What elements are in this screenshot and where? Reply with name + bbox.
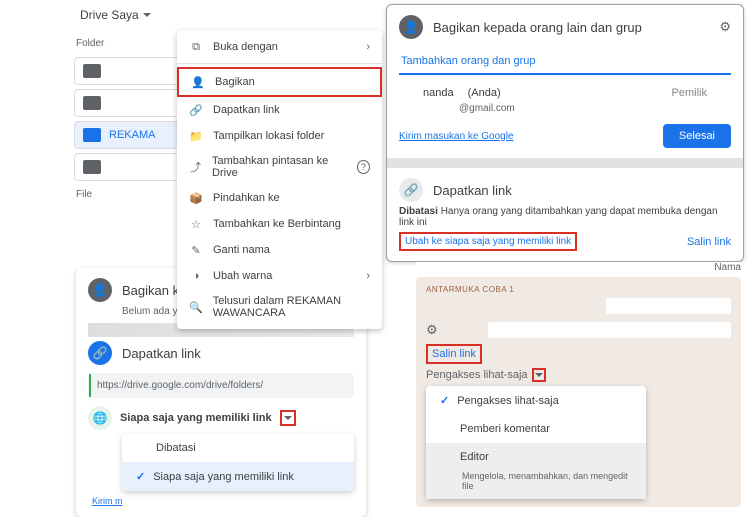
ctx-show-location[interactable]: 📁Tampilkan lokasi folder (177, 123, 382, 149)
ctx-rename[interactable]: ✎Ganti nama (177, 237, 382, 263)
chevron-down-icon (143, 13, 151, 17)
scope-option-anyone[interactable]: ✓Siapa saja yang memiliki link (122, 462, 354, 491)
add-people-input[interactable]: Tambahkan orang dan grup (399, 49, 731, 75)
chevron-right-icon: › (366, 270, 370, 282)
drive-breadcrumb[interactable]: Drive Saya (74, 4, 374, 26)
gear-icon[interactable]: ⚙ (426, 322, 438, 338)
help-icon[interactable]: ? (357, 160, 370, 174)
done-button[interactable]: Selesai (663, 124, 731, 148)
link-icon: 🔗 (189, 103, 203, 117)
perm-option-viewer[interactable]: ✓Pengakses lihat-saja (426, 386, 646, 415)
perm-option-editor[interactable]: Editor (426, 443, 646, 471)
search-icon: 🔍 (189, 300, 203, 314)
person-add-icon: 👤 (88, 278, 112, 302)
user-email: @gmail.com (399, 103, 731, 114)
palette-icon: ◑ (189, 269, 203, 283)
star-icon: ☆ (189, 217, 203, 231)
ctx-move[interactable]: 📦Pindahkan ke (177, 185, 382, 211)
check-icon: ✓ (440, 394, 449, 407)
link-icon: 🔗 (88, 341, 112, 365)
check-icon: ✓ (136, 470, 145, 483)
share-user-row: nanda (Anda) Pemilik (399, 83, 731, 103)
copy-link-button-2[interactable]: Salin link (426, 344, 482, 364)
name-column-header: Nama (416, 262, 741, 273)
feedback-link-2[interactable]: Kirim m (92, 496, 123, 506)
person-add-icon: 👤 (399, 15, 423, 39)
get-link-title-2: Dapatkan link (122, 346, 201, 361)
permission-dropdown-button[interactable] (532, 368, 546, 382)
copy-link-button[interactable]: Salin link (687, 236, 731, 248)
folder-icon (83, 160, 101, 174)
drive-label: Drive Saya (80, 8, 139, 22)
perm-option-commenter[interactable]: Pemberi komentar (426, 415, 646, 443)
share-url-box[interactable]: https://drive.google.com/drive/folders/ (88, 373, 354, 398)
chevron-down-icon (535, 373, 543, 377)
ctx-open-with[interactable]: ⧉Buka dengan› (177, 34, 382, 60)
perm-editor-desc: Mengelola, menambahkan, dan mengedit fil… (426, 471, 646, 499)
share-title: Bagikan kepada orang lain dan grup (433, 20, 709, 35)
gear-icon[interactable]: ⚙ (719, 19, 731, 35)
scope-dropdown-button[interactable] (280, 410, 296, 426)
folder-name-label: ANTARMUKA COBA 1 (426, 285, 731, 294)
share-dialog: 👤 Bagikan kepada orang lain dan grup ⚙ T… (386, 4, 744, 262)
ctx-get-link[interactable]: 🔗Dapatkan link (177, 97, 382, 123)
permission-label: Pengakses lihat-saja (426, 369, 528, 381)
ctx-search-in[interactable]: 🔍Telusuri dalam REKAMAN WAWANCARA (177, 289, 382, 325)
chevron-right-icon: › (366, 41, 370, 53)
context-menu: ⧉Buka dengan› 👤Bagikan 🔗Dapatkan link 📁T… (177, 30, 382, 329)
rename-icon: ✎ (189, 243, 203, 257)
folder-icon (83, 64, 101, 78)
globe-icon: 🌐 (88, 406, 112, 430)
restricted-desc: Dibatasi Hanya orang yang ditambahkan ya… (399, 206, 731, 228)
scope-option-restricted[interactable]: Dibatasi (122, 434, 354, 462)
ctx-star[interactable]: ☆Tambahkan ke Berbintang (177, 211, 382, 237)
move-icon: 📦 (189, 191, 203, 205)
folder-icon (83, 96, 101, 110)
open-with-icon: ⧉ (189, 40, 203, 54)
owner-label: Pemilik (672, 87, 707, 99)
ctx-share[interactable]: 👤Bagikan (177, 67, 382, 97)
shortcut-icon: ⤴ (189, 160, 202, 174)
permission-dialog: Nama ANTARMUKA COBA 1 ⚙ Salin link Penga… (416, 262, 741, 507)
placeholder-box (488, 322, 731, 338)
ctx-color[interactable]: ◑Ubah warna› (177, 263, 382, 289)
ctx-add-shortcut[interactable]: ⤴Tambahkan pintasan ke Drive? (177, 149, 382, 185)
folder-icon (83, 128, 101, 142)
person-add-icon: 👤 (191, 75, 205, 89)
placeholder-box (606, 298, 731, 314)
get-link-title: Dapatkan link (433, 183, 512, 198)
chevron-down-icon (284, 416, 292, 420)
folder-open-icon: 📁 (189, 129, 203, 143)
permission-dropdown: ✓Pengakses lihat-saja Pemberi komentar E… (426, 386, 646, 499)
scope-label: Siapa saja yang memiliki link (120, 412, 272, 424)
link-icon: 🔗 (399, 178, 423, 202)
change-to-anyone-link[interactable]: Ubah ke siapa saja yang memiliki link (399, 232, 577, 251)
feedback-link[interactable]: Kirim masukan ke Google (399, 131, 514, 142)
scope-dropdown: Dibatasi ✓Siapa saja yang memiliki link (122, 434, 354, 491)
